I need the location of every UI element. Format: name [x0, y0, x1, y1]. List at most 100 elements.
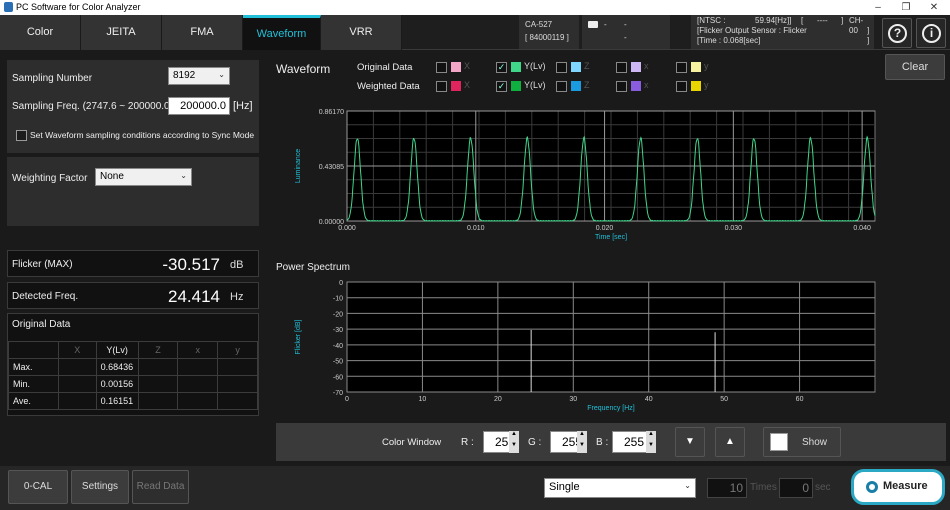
sampling-number-select[interactable]: 8192 ⌄: [168, 67, 230, 85]
r-label: R :: [461, 437, 474, 448]
cell-ylv: 0.00156: [95, 375, 139, 393]
g-stepper[interactable]: ▲ ▼: [577, 431, 587, 453]
cell: [217, 392, 258, 410]
table-row: Max. 0.68436: [8, 358, 258, 376]
legend-swatch-wt-3: [631, 81, 641, 91]
x-tick-label: 0.020: [596, 225, 614, 232]
legend-checkbox-wt-0[interactable]: [436, 81, 447, 92]
b-stepper[interactable]: ▲ ▼: [646, 431, 656, 453]
flicker-max-label: Flicker (MAX): [12, 259, 73, 270]
legend-checkbox-orig-1[interactable]: ✓: [496, 62, 507, 73]
y-tick-label: -20: [333, 311, 343, 318]
header-sx: x: [177, 341, 219, 359]
measure-icon: [866, 481, 878, 493]
tab-color[interactable]: Color: [0, 15, 81, 50]
help-button[interactable]: ?: [882, 18, 912, 48]
weighting-value: None: [100, 171, 124, 182]
table-corner: [8, 341, 59, 359]
legend-swatch-orig-2: [571, 62, 581, 72]
legend-checkbox-wt-3[interactable]: [616, 81, 627, 92]
sampling-panel: Sampling Number 8192 ⌄ Sampling Freq. (27…: [7, 60, 259, 153]
legend-swatch-orig-1: [511, 62, 521, 72]
status-sensor-end: ]: [867, 26, 870, 35]
probe-value-a: -: [604, 20, 607, 29]
title-bar: PC Software for Color Analyzer – ❐ ✕: [0, 0, 950, 15]
maximize-icon[interactable]: ❐: [892, 0, 920, 15]
y-tick-label: -70: [333, 390, 343, 397]
weighting-select[interactable]: None ⌄: [95, 168, 192, 186]
legend-swatch-orig-3: [631, 62, 641, 72]
channel-legend: X X ✓ Y(Lv) ✓ Y(Lv) Z Zx x y y: [436, 61, 716, 97]
status-ntsc: [NTSC :: [697, 16, 726, 25]
legend-label-wt-1: Y(Lv): [524, 80, 546, 90]
status-freq: 59.94[Hz]]: [755, 16, 792, 25]
original-data-title: Original Data: [12, 319, 71, 330]
tab-waveform[interactable]: Waveform: [243, 15, 321, 50]
interval-input[interactable]: 0: [779, 478, 813, 498]
legend-checkbox-wt-4[interactable]: [676, 81, 687, 92]
legend-checkbox-orig-4[interactable]: [676, 62, 687, 73]
legend-checkbox-orig-0[interactable]: [436, 62, 447, 73]
legend-label-orig-4: y: [704, 61, 709, 71]
tab-bar: Color JEITA FMA Waveform VRR CA-527 [ 84…: [0, 15, 950, 50]
detected-freq-label: Detected Freq.: [12, 291, 79, 302]
probe-value-c: -: [624, 33, 627, 42]
row-label: Max.: [8, 358, 59, 376]
tab-vrr[interactable]: VRR: [321, 15, 402, 50]
sync-mode-checkbox[interactable]: [16, 130, 27, 141]
measure-button[interactable]: Measure: [851, 469, 945, 505]
cell: [137, 358, 179, 376]
zero-cal-button[interactable]: 0-CAL: [8, 470, 68, 504]
y-tick-label: -30: [333, 327, 343, 334]
status-sensor: [Flicker Output Sensor : Flicker: [697, 26, 807, 35]
legend-label-wt-3: x: [644, 80, 649, 90]
legend-swatch-wt-0: [451, 81, 461, 91]
legend-checkbox-orig-2[interactable]: [556, 62, 567, 73]
legend-checkbox-orig-3[interactable]: [616, 62, 627, 73]
close-icon[interactable]: ✕: [920, 0, 948, 15]
cell: [217, 375, 258, 393]
measure-mode-select[interactable]: Single ⌄: [544, 478, 696, 498]
original-data-label: Original Data: [357, 62, 413, 73]
header-ylv: Y(Lv): [95, 341, 139, 359]
x-tick-label: 40: [645, 396, 653, 403]
plot-area: [346, 281, 876, 393]
legend-checkbox-wt-2[interactable]: [556, 81, 567, 92]
tab-fma[interactable]: FMA: [162, 15, 243, 50]
settings-button[interactable]: Settings: [71, 470, 129, 504]
y-tick-label: 0: [339, 280, 343, 287]
sampling-freq-input[interactable]: 200000.0: [168, 97, 230, 115]
b-input[interactable]: 255: [612, 431, 648, 453]
row-label: Ave.: [8, 392, 59, 410]
x-axis-label: Time [sec]: [595, 234, 627, 241]
info-button[interactable]: i: [916, 18, 946, 48]
r-stepper[interactable]: ▲ ▼: [509, 431, 519, 453]
cell: [57, 392, 97, 410]
spectrum-chart: 0 10 20 30 40 50 60 0 -10 -20 -30 -40 -50 -60 -70 Frequ…: [276, 274, 886, 416]
move-up-button[interactable]: ▲: [715, 427, 745, 457]
move-down-button[interactable]: ▼: [675, 427, 705, 457]
app-title: PC Software for Color Analyzer: [16, 2, 141, 12]
status-bracket: [: [801, 16, 804, 25]
device-model: CA-527: [525, 20, 553, 29]
x-tick-label: 30: [569, 396, 577, 403]
cell-ylv: 0.16151: [95, 392, 139, 410]
minimize-icon[interactable]: –: [864, 0, 892, 15]
measure-mode-value: Single: [549, 481, 580, 493]
sampling-number-label: Sampling Number: [12, 73, 93, 84]
tab-jeita[interactable]: JEITA: [81, 15, 162, 50]
detected-freq-unit: Hz: [230, 291, 244, 303]
x-tick-label: 50: [720, 396, 728, 403]
times-input[interactable]: 10: [707, 478, 747, 498]
cell: [217, 358, 258, 376]
legend-checkbox-wt-1[interactable]: ✓: [496, 81, 507, 92]
legend-swatch-orig-0: [451, 62, 461, 72]
clear-button[interactable]: Clear: [885, 54, 945, 80]
cell: [57, 375, 97, 393]
table-row: Min. 0.00156: [8, 375, 258, 393]
show-button[interactable]: Show: [763, 427, 841, 457]
original-data-table: X Y(Lv) Z x y Max. 0.68436 Min. 0.00156 Av…: [8, 341, 258, 410]
read-data-button[interactable]: Read Data: [132, 470, 189, 504]
waveform-title: Waveform: [276, 62, 331, 76]
legend-label-orig-1: Y(Lv): [524, 61, 546, 71]
